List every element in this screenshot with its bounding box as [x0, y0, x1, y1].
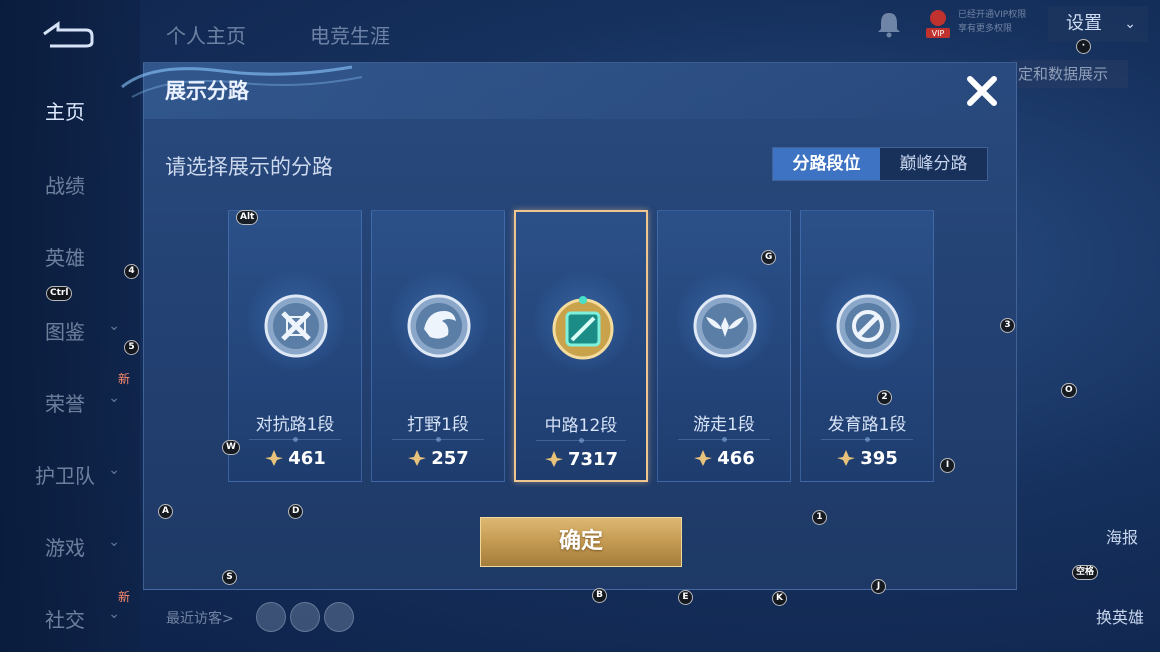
nav-item-honor[interactable]: 荣誉 ⌄	[0, 388, 130, 417]
key-hint: Ctrl	[46, 286, 73, 301]
modal-title: 展示分路	[165, 79, 249, 103]
lane-card-top[interactable]: 对抗路1段 461	[228, 210, 362, 482]
nav-item-home[interactable]: 主页	[0, 96, 130, 125]
score-icon	[544, 451, 563, 467]
nav-item-codex[interactable]: 图鉴 ⌄	[0, 316, 130, 345]
avatar[interactable]	[290, 602, 320, 632]
nav-item-record[interactable]: 战绩	[0, 170, 130, 199]
lane-name: 游走1段	[693, 415, 755, 435]
marksman-icon	[836, 294, 900, 358]
key-hint: A	[158, 504, 173, 519]
nav-item-game[interactable]: 游戏 ⌄	[0, 532, 130, 561]
new-badge: 新	[118, 590, 131, 604]
key-hint: 5	[124, 340, 139, 355]
tab-lane-rank[interactable]: 分路段位	[773, 148, 880, 180]
recent-visitors-link[interactable]: 最近访客>	[166, 608, 234, 628]
lane-card-farm[interactable]: 发育路1段 395	[800, 210, 934, 482]
lane-name: 发育路1段	[827, 415, 907, 435]
tab-peak-lane[interactable]: 巅峰分路	[880, 148, 987, 180]
chevron-down-icon: ⌄	[108, 318, 120, 334]
lane-display-modal: 展示分路 请选择展示的分路 分路段位 巅峰分路 对抗路1段 461 打野1段 2…	[121, 62, 1017, 590]
tab-profile[interactable]: 个人主页	[166, 20, 246, 49]
key-hint: 3	[1000, 318, 1015, 333]
back-icon[interactable]	[36, 18, 96, 50]
avatar[interactable]	[256, 602, 286, 632]
score-icon	[837, 450, 856, 466]
lane-type-segmented-control: 分路段位 巅峰分路	[772, 147, 988, 181]
key-hint: W	[222, 440, 240, 455]
score-icon	[694, 450, 713, 466]
key-hint: J	[871, 579, 886, 594]
divider	[249, 437, 341, 442]
lane-card-jungle[interactable]: 打野1段 257	[371, 210, 505, 482]
chevron-down-icon: ⌄	[108, 390, 120, 406]
lane-name: 打野1段	[407, 415, 469, 435]
vip-text: 已经开通VIP权限 享有更多权限	[958, 10, 1027, 34]
nav-item-social[interactable]: 社交 ⌄	[0, 604, 130, 633]
poster-button[interactable]: 海报	[1092, 524, 1152, 548]
key-hint: E	[678, 590, 693, 605]
nav-item-guard[interactable]: 护卫队 ⌄	[0, 460, 130, 489]
nav-item-heroes[interactable]: 英雄	[0, 242, 130, 271]
key-hint: ·	[1076, 39, 1091, 54]
close-icon[interactable]	[962, 71, 1002, 111]
divider	[678, 437, 770, 442]
key-hint: 1	[812, 510, 827, 525]
change-hero-button[interactable]: 换英雄	[1090, 604, 1150, 628]
key-hint: 4	[124, 264, 139, 279]
key-hint: S	[222, 570, 237, 585]
lane-score: 7317	[516, 449, 646, 470]
lane-score: 461	[229, 448, 361, 469]
confirm-button[interactable]: 确定	[480, 517, 682, 567]
new-badge: 新	[118, 372, 131, 386]
key-hint: I	[940, 458, 955, 473]
key-hint: O	[1061, 383, 1077, 398]
score-icon	[265, 450, 284, 466]
chevron-down-icon: ⌄	[108, 534, 120, 550]
data-display-tab[interactable]: 定和数据展示	[1012, 60, 1128, 88]
lane-name: 中路12段	[544, 416, 618, 436]
vip-label: VIP	[932, 29, 945, 38]
key-hint: K	[772, 591, 787, 606]
lane-score: 395	[801, 448, 933, 469]
lane-name: 对抗路1段	[255, 415, 335, 435]
mid-lane-icon	[552, 296, 614, 360]
modal-subtitle: 请选择展示的分路	[165, 155, 333, 179]
vip-icon[interactable]: VIP	[926, 8, 950, 40]
settings-button[interactable]: 设置 ⌄	[1048, 6, 1148, 42]
wings-icon	[693, 294, 757, 358]
dragon-icon	[407, 294, 471, 358]
bell-icon[interactable]	[876, 10, 902, 38]
key-hint: B	[592, 588, 607, 603]
tab-esports[interactable]: 电竞生涯	[310, 20, 390, 49]
divider	[536, 438, 626, 443]
lane-card-mid[interactable]: 中路12段 7317	[514, 210, 648, 482]
avatar[interactable]	[324, 602, 354, 632]
lane-score: 466	[658, 448, 790, 469]
key-hint: 2	[877, 390, 892, 405]
chevron-down-icon: ⌄	[1124, 16, 1136, 32]
sword-shield-icon	[264, 294, 328, 358]
key-hint: 空格	[1072, 565, 1099, 580]
score-icon	[408, 450, 427, 466]
divider	[392, 437, 484, 442]
key-hint: Alt	[236, 210, 259, 225]
chevron-down-icon: ⌄	[108, 606, 120, 622]
divider	[821, 437, 913, 442]
chevron-down-icon: ⌄	[108, 462, 120, 478]
lane-score: 257	[372, 448, 504, 469]
